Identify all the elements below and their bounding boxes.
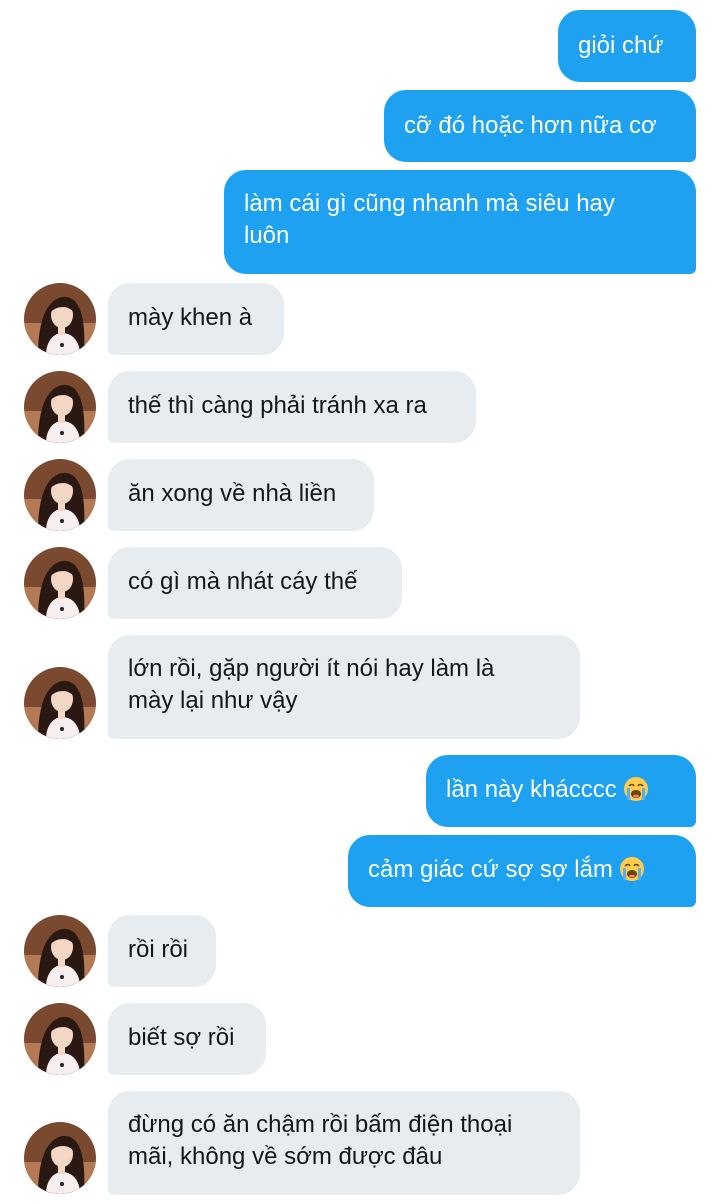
loudly-crying-face-icon xyxy=(619,856,645,891)
message-bubble-incoming[interactable]: lớn rồi, gặp người ít nói hay làm là mày… xyxy=(108,635,580,739)
loudly-crying-face-icon xyxy=(623,776,649,811)
message-bubble-incoming[interactable]: mày khen à xyxy=(108,283,284,355)
message-bubble-outgoing[interactable]: cảm giác cứ sợ sợ lắm xyxy=(348,835,696,907)
message-text: cảm giác cứ sợ sợ lắm xyxy=(368,856,613,883)
message-bubble-incoming[interactable]: có gì mà nhát cáy thế xyxy=(108,547,402,619)
message-text-line: mày lại như vậy xyxy=(128,687,298,714)
contact-avatar[interactable] xyxy=(24,459,96,531)
message-text: giỏi chứ xyxy=(578,32,664,59)
contact-avatar[interactable] xyxy=(24,1122,96,1194)
contact-avatar[interactable] xyxy=(24,283,96,355)
message-bubble-outgoing[interactable]: cỡ đó hoặc hơn nữa cơ xyxy=(384,90,696,162)
message-text-line: lớn rồi, gặp người ít nói hay làm là xyxy=(128,655,495,682)
message-text: mày khen à xyxy=(128,304,253,331)
message-bubble-incoming[interactable]: biết sợ rồi xyxy=(108,1003,266,1075)
message-bubble-incoming[interactable]: đừng có ăn chậm rồi bấm điện thoại mãi, … xyxy=(108,1091,580,1195)
chat-thread: giỏi chứ cỡ đó hoặc hơn nữa cơ làm cái g… xyxy=(0,0,720,1204)
message-text: thế thì càng phải tránh xa ra xyxy=(128,392,427,419)
message-text: rồi rồi xyxy=(128,936,189,963)
message-bubble-incoming[interactable]: ăn xong về nhà liền xyxy=(108,459,374,531)
contact-avatar[interactable] xyxy=(24,1003,96,1075)
message-text-line: mãi, không về sớm được đâu xyxy=(128,1143,443,1170)
contact-avatar[interactable] xyxy=(24,371,96,443)
message-bubble-incoming[interactable]: rồi rồi xyxy=(108,915,216,987)
message-text-line: đừng có ăn chậm rồi bấm điện thoại xyxy=(128,1111,513,1138)
message-text: lần này khácccc xyxy=(446,776,617,803)
message-bubble-outgoing[interactable]: làm cái gì cũng nhanh mà siêu hay luôn xyxy=(224,170,696,274)
message-text-line: luôn xyxy=(244,222,290,249)
contact-avatar[interactable] xyxy=(24,667,96,739)
message-text: biết sợ rồi xyxy=(128,1024,235,1051)
message-text: ăn xong về nhà liền xyxy=(128,480,337,507)
message-text-line: làm cái gì cũng nhanh mà siêu hay xyxy=(244,190,615,217)
message-bubble-outgoing[interactable]: giỏi chứ xyxy=(558,10,696,82)
contact-avatar[interactable] xyxy=(24,915,96,987)
message-text: có gì mà nhát cáy thế xyxy=(128,568,358,595)
message-text: cỡ đó hoặc hơn nữa cơ xyxy=(404,112,657,139)
message-bubble-incoming[interactable]: thế thì càng phải tránh xa ra xyxy=(108,371,476,443)
message-bubble-outgoing[interactable]: lần này khácccc xyxy=(426,755,696,827)
contact-avatar[interactable] xyxy=(24,547,96,619)
